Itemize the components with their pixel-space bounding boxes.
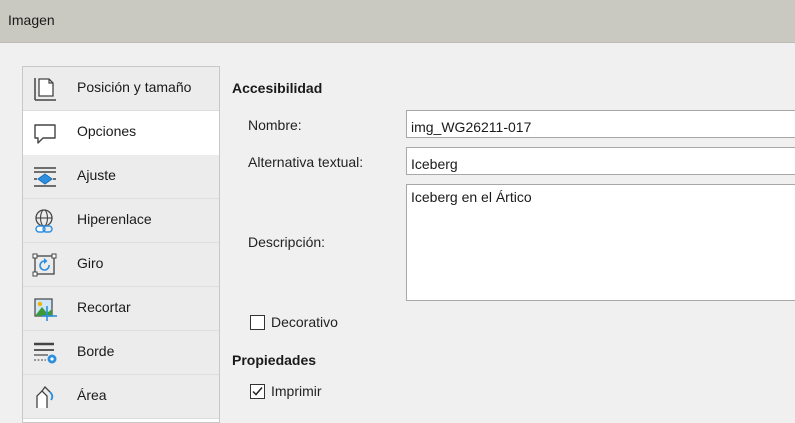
position-size-icon (32, 76, 58, 102)
sidebar-item-ajuste[interactable]: Ajuste (23, 155, 219, 199)
sidebar-item-area[interactable]: Área (23, 375, 219, 419)
border-lines-icon (32, 340, 58, 366)
section-heading-propiedades: Propiedades (232, 352, 317, 368)
sidebar-item-label: Giro (77, 255, 104, 271)
options-panel: Accesibilidad Nombre: Alternativa textua… (230, 43, 795, 416)
sidebar-item-label: Área (77, 387, 107, 403)
sidebar-item-posicion-tamano[interactable]: Posición y tamaño (23, 67, 219, 111)
wrap-icon (32, 164, 58, 190)
print-label: Imprimir (271, 383, 322, 399)
crop-image-icon (32, 296, 58, 322)
checkmark-icon (252, 387, 263, 396)
sidebar-item-recortar[interactable]: Recortar (23, 287, 219, 331)
name-input[interactable] (406, 110, 795, 138)
sidebar-item-borde[interactable]: Borde (23, 331, 219, 375)
window-title: Imagen (8, 12, 55, 28)
sidebar-item-label: Ajuste (77, 167, 116, 183)
title-bar: Imagen (0, 0, 795, 43)
sidebar-item-label: Opciones (77, 123, 137, 139)
sidebar-item-label: Posición y tamaño (77, 79, 192, 95)
description-textarea[interactable]: Iceberg en el Ártico (406, 184, 795, 301)
alt-text-label: Alternativa textual: (248, 154, 364, 170)
sidebar-item-hiperenlace[interactable]: Hiperenlace (23, 199, 219, 243)
sidebar-item-label: Hiperenlace (77, 211, 152, 227)
rotate-icon (32, 252, 58, 278)
section-heading-accesibilidad: Accesibilidad (232, 80, 323, 96)
sidebar-item-opciones[interactable]: Opciones (23, 111, 219, 155)
name-label: Nombre: (248, 117, 302, 133)
decorative-label: Decorativo (271, 314, 338, 330)
globe-link-icon (32, 208, 58, 234)
sidebar-item-giro[interactable]: Giro (23, 243, 219, 287)
category-sidebar: Posición y tamaño Opciones Ajuste Hipere… (22, 66, 220, 423)
decorative-checkbox[interactable] (250, 315, 265, 330)
area-fill-icon (32, 384, 58, 410)
sidebar-item-label: Recortar (77, 299, 131, 315)
dialog-body: Posición y tamaño Opciones Ajuste Hipere… (0, 43, 795, 423)
print-checkbox[interactable] (250, 384, 265, 399)
speech-bubble-icon (32, 120, 58, 146)
alt-text-input[interactable] (406, 147, 795, 175)
description-label: Descripción: (248, 234, 326, 250)
sidebar-item-label: Borde (77, 343, 115, 359)
